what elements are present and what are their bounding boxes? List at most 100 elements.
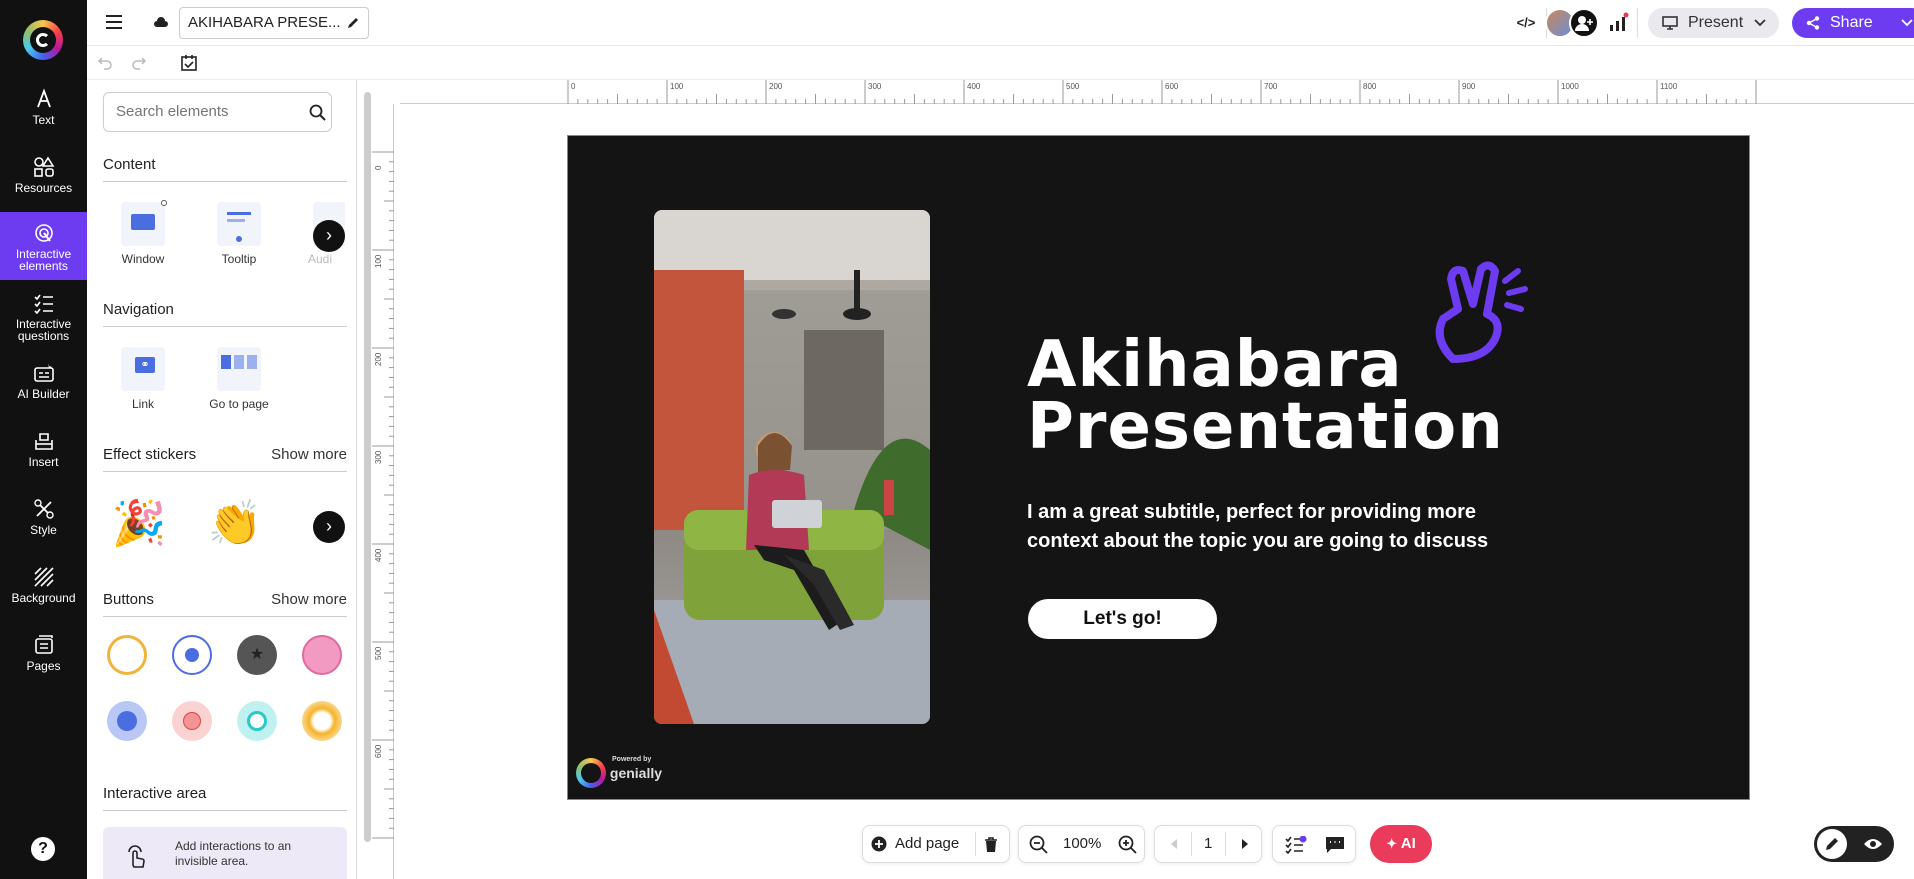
window-icon: [121, 200, 167, 246]
show-more-link[interactable]: Show more: [271, 591, 347, 608]
checklist-icon[interactable]: [180, 54, 198, 72]
add-page-button[interactable]: Add page: [863, 826, 971, 862]
page-nav-group: 1: [1154, 825, 1262, 863]
tile-label: Window: [121, 252, 165, 266]
rail-label: Text: [32, 113, 55, 127]
tile-tooltip[interactable]: Tooltip: [199, 202, 279, 266]
button-style-orange-glow[interactable]: [302, 701, 342, 741]
powered-by-label: Powered by: [612, 756, 652, 763]
edit-preview-toggle[interactable]: [1814, 826, 1894, 862]
rail-label: Style: [30, 523, 57, 537]
background-icon: [33, 567, 54, 587]
review-group: [1272, 825, 1356, 863]
panel-scrollbar[interactable]: [364, 92, 371, 842]
slide-title[interactable]: Akihabara Presentation: [1027, 328, 1504, 459]
tile-label: Link: [131, 397, 154, 411]
top-bar: AKIHABARA PRESE... </> Present Share: [87, 0, 1914, 46]
touch-icon: [128, 845, 145, 868]
add-page-label: Add page: [895, 835, 960, 852]
tile-go-to-page[interactable]: Go to page: [199, 347, 279, 411]
trash-icon[interactable]: [983, 836, 999, 853]
rail-label: Insert: [28, 455, 59, 469]
cloud-saved-icon: [154, 17, 168, 27]
next-arrow-icon[interactable]: ›: [313, 220, 345, 252]
slide-subtitle[interactable]: I am a great subtitle, perfect for provi…: [1027, 498, 1507, 556]
divider: [975, 832, 976, 856]
ai-builder-icon: [33, 363, 54, 382]
presentation-title-field[interactable]: AKIHABARA PRESE...: [179, 7, 369, 39]
undo-icon[interactable]: [97, 55, 113, 71]
section-interactive-area: Interactive area: [103, 785, 347, 811]
share-button[interactable]: Share: [1792, 8, 1914, 38]
present-button[interactable]: Present: [1648, 8, 1779, 38]
section-navigation: Navigation: [103, 301, 347, 327]
confetti-sticker-icon[interactable]: 🎉: [111, 496, 167, 552]
slide[interactable]: Akihabara Presentation I am a great subt…: [567, 135, 1750, 800]
add-collaborator-icon[interactable]: [1569, 8, 1599, 38]
button-style-ring-yellow[interactable]: [107, 635, 147, 675]
next-page-icon[interactable]: [1240, 838, 1250, 850]
rail-item-insert[interactable]: Insert: [0, 430, 87, 498]
button-style-star-dark[interactable]: ★: [237, 635, 277, 675]
rail-label: Interactive elements: [15, 247, 72, 273]
rail-item-interactive-elements[interactable]: Interactive elements: [0, 212, 87, 280]
ruler-ticks: [372, 151, 394, 839]
zoom-out-icon[interactable]: [1029, 835, 1048, 854]
present-icon: [1662, 16, 1678, 30]
lets-go-button[interactable]: Let's go!: [1028, 599, 1217, 639]
show-more-link[interactable]: Show more: [271, 446, 347, 463]
section-title: Interactive area: [103, 785, 207, 802]
pages-icon: [34, 635, 53, 654]
tile-window[interactable]: Window: [103, 200, 183, 266]
link-icon: ⚭: [121, 347, 165, 391]
rail-item-background[interactable]: Background: [0, 566, 87, 634]
ai-button[interactable]: ✦ AI: [1370, 825, 1432, 863]
rail-item-style[interactable]: Style: [0, 498, 87, 566]
ruler-label: 100: [670, 82, 684, 91]
page-number[interactable]: 1: [1204, 835, 1212, 852]
button-style-blue-soft[interactable]: [107, 701, 147, 741]
ai-label: AI: [1400, 835, 1416, 852]
share-label: Share: [1830, 14, 1873, 31]
ruler-label: 500: [374, 646, 383, 660]
search-input[interactable]: [116, 103, 296, 120]
tasks-icon[interactable]: [1285, 836, 1307, 854]
zoom-level[interactable]: 100%: [1063, 835, 1101, 852]
rail-label: Pages: [26, 659, 61, 673]
redo-icon[interactable]: [131, 55, 147, 71]
button-style-cyan-soft[interactable]: [237, 701, 277, 741]
rail-item-ai-builder[interactable]: AI Builder: [0, 362, 87, 430]
questions-icon: [33, 294, 53, 314]
search-icon[interactable]: [309, 104, 326, 121]
button-style-pink[interactable]: [302, 635, 342, 675]
ruler-label: 100: [374, 254, 383, 268]
interactive-icon: [34, 224, 53, 242]
ruler-label: 400: [374, 548, 383, 562]
rail-item-pages[interactable]: Pages: [0, 634, 87, 702]
eye-icon: [1864, 839, 1882, 849]
stats-icon[interactable]: [1607, 12, 1629, 34]
search-box: [103, 92, 332, 132]
section-effect-stickers: Effect stickers Show more: [103, 446, 347, 472]
next-arrow-icon[interactable]: ›: [313, 511, 345, 543]
menu-icon[interactable]: [105, 13, 123, 31]
button-style-dot-blue[interactable]: [172, 635, 212, 675]
office-photo[interactable]: [654, 210, 930, 724]
rail-item-interactive-questions[interactable]: Interactive questions: [0, 292, 87, 360]
rail-item-text[interactable]: Text: [0, 88, 87, 156]
help-icon[interactable]: ?: [31, 837, 55, 861]
previous-page-icon[interactable]: [1169, 838, 1179, 850]
code-icon[interactable]: </>: [1514, 11, 1538, 35]
interactive-area-card[interactable]: Add interactions to an invisible area.: [103, 827, 347, 879]
pencil-icon[interactable]: [346, 16, 360, 30]
zoom-in-icon[interactable]: [1118, 835, 1137, 854]
tile-link[interactable]: ⚭ Link: [103, 347, 183, 411]
slide-title-line1: Akihabara: [1027, 328, 1403, 402]
comments-icon[interactable]: [1325, 836, 1345, 854]
button-style-red-soft[interactable]: [172, 701, 212, 741]
genially-logo-icon[interactable]: [23, 20, 63, 60]
divider: [1191, 832, 1192, 856]
insert-icon: [34, 433, 53, 450]
powered-by-genially[interactable]: Powered by genially: [576, 756, 662, 788]
clapping-hands-sticker-icon[interactable]: 👏: [207, 496, 263, 552]
